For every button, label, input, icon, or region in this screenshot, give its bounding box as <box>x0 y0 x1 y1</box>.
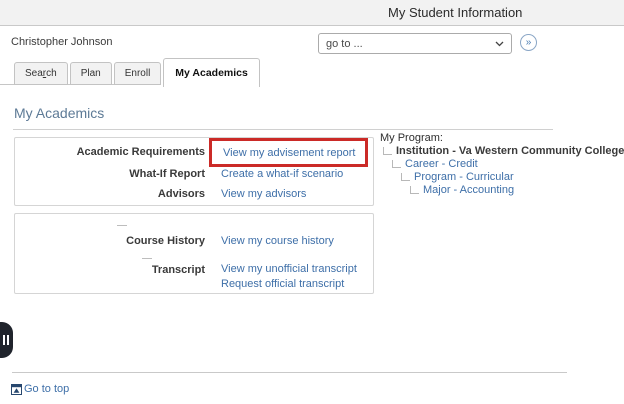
footer-rule <box>12 372 567 373</box>
view-course-history-link[interactable]: View my course history <box>221 235 334 247</box>
course-history-label: Course History <box>126 235 205 247</box>
tree-elbow-icon <box>401 173 410 181</box>
tree-elbow-icon <box>410 186 419 194</box>
view-advisors-link[interactable]: View my advisors <box>221 188 306 200</box>
tab-plan-label: Plan <box>80 68 101 79</box>
tree-elbow-icon <box>383 147 392 155</box>
chevron-down-icon <box>495 41 504 47</box>
tab-search-label-pre: Sea <box>25 68 43 79</box>
goto-go-button[interactable]: » <box>520 34 537 51</box>
view-advisement-report-link[interactable]: View my advisement report <box>223 147 355 159</box>
tab-plan[interactable]: Plan <box>69 62 112 85</box>
my-program-panel: My Program: Institution - Va Western Com… <box>380 132 624 197</box>
tab-search[interactable]: Sea r ch <box>14 62 68 85</box>
course-history-row: Course History View my course history <box>15 235 373 247</box>
sidebar-handle[interactable] <box>0 322 13 358</box>
goto-select[interactable]: go to ... <box>318 33 512 54</box>
program-tree-major: Major - Accounting <box>380 184 624 197</box>
transcript-row: Transcript View my unofficial transcript… <box>15 262 373 292</box>
history-group-box: Course History View my course history Tr… <box>14 213 374 294</box>
program-tree-career: Career - Credit <box>380 158 624 171</box>
heading-rule <box>13 129 553 130</box>
tree-elbow-icon <box>392 160 401 168</box>
what-if-report-label: What-If Report <box>129 168 205 180</box>
tab-strip: Sea r ch Plan Enroll My Academics <box>14 58 262 87</box>
view-unofficial-transcript-link[interactable]: View my unofficial transcript <box>221 262 357 277</box>
go-to-top-link[interactable]: Go to top <box>11 383 69 395</box>
program-tree-program: Program - Curricular <box>380 171 624 184</box>
tab-my-academics-label: My Academics <box>175 67 248 79</box>
advisors-label: Advisors <box>157 187 205 200</box>
create-what-if-scenario-link[interactable]: Create a what-if scenario <box>221 168 343 180</box>
tab-enroll-label: Enroll <box>124 68 151 79</box>
what-if-report-row: What-If Report Create a what-if scenario <box>15 164 373 184</box>
program-tree-institution: Institution - Va Western Community Colle… <box>380 145 624 158</box>
pause-bars-icon <box>7 335 9 345</box>
title-bar: My Student Information <box>0 0 624 26</box>
red-highlight-box: View my advisement report <box>209 137 369 167</box>
academics-group-box: Academic Requirements View my advisement… <box>14 137 374 206</box>
request-official-transcript-link[interactable]: Request official transcript <box>221 277 357 292</box>
user-name: Christopher Johnson <box>11 36 113 48</box>
transcript-links: View my unofficial transcript Request of… <box>221 262 357 292</box>
tab-enroll[interactable]: Enroll <box>113 62 162 85</box>
my-student-information-page: My Student Information Christopher Johns… <box>0 0 624 404</box>
academic-requirements-label: Academic Requirements <box>76 146 205 158</box>
double-chevron-right-icon: » <box>525 36 532 48</box>
tab-my-academics[interactable]: My Academics <box>163 58 260 87</box>
go-to-top-icon <box>11 383 22 395</box>
tab-search-label-post: ch <box>46 68 57 79</box>
go-to-top-label: Go to top <box>24 383 70 395</box>
transcript-label: Transcript <box>151 264 205 276</box>
program-link[interactable]: Program - Curricular <box>414 171 514 184</box>
collapsed-node-dash <box>142 258 152 259</box>
goto-select-value: go to ... <box>326 37 363 50</box>
section-heading: My Academics <box>14 105 105 121</box>
academic-requirements-row: Academic Requirements View my advisement… <box>15 137 373 167</box>
career-link[interactable]: Career - Credit <box>405 158 478 171</box>
my-program-heading: My Program: <box>380 132 443 144</box>
pause-bars-icon <box>3 335 5 345</box>
collapsed-node-dash <box>117 225 127 226</box>
advisors-row: Advisors View my advisors <box>15 184 373 203</box>
major-link[interactable]: Major - Accounting <box>423 184 514 197</box>
page-title: My Student Information <box>388 5 523 20</box>
institution-label: Institution - Va Western Community Colle… <box>396 145 624 157</box>
